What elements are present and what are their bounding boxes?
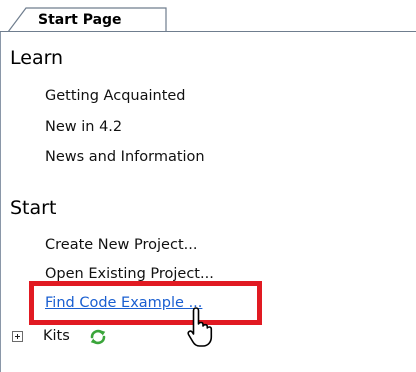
link-new-in-4-2[interactable]: New in 4.2: [45, 117, 122, 137]
highlight-box: [29, 281, 262, 325]
link-news-and-information[interactable]: News and Information: [45, 147, 205, 167]
link-getting-acquainted[interactable]: Getting Acquainted: [45, 86, 186, 106]
refresh-icon[interactable]: [89, 328, 107, 346]
tab-strip: Start Page: [0, 0, 416, 32]
tab-label: Start Page: [38, 12, 122, 28]
hand-cursor-icon: [184, 306, 218, 350]
link-create-new-project[interactable]: Create New Project...: [45, 235, 197, 255]
kits-label[interactable]: Kits: [43, 326, 70, 346]
expand-icon[interactable]: [12, 331, 23, 342]
learn-heading: Learn: [10, 47, 64, 69]
tab-start-page[interactable]: Start Page: [8, 7, 168, 32]
start-heading: Start: [10, 197, 57, 219]
